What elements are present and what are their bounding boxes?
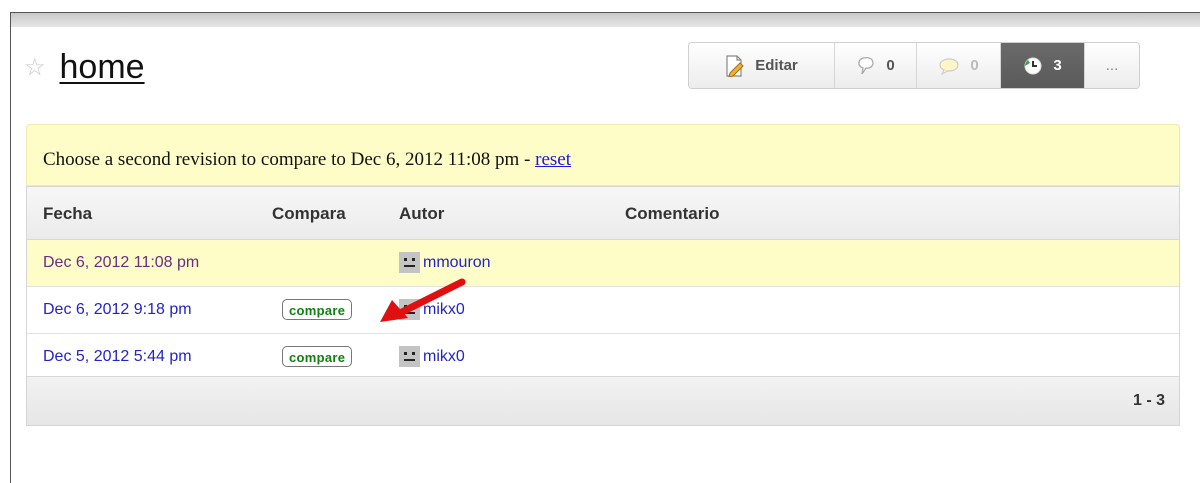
edit-label: Editar [755,57,798,74]
column-header-author: Autor [399,204,445,223]
comments-icon [856,56,876,76]
table-row: Dec 6, 2012 9:18 pm compare mikx0 [27,287,1179,334]
compare-button[interactable]: compare [282,346,353,367]
compare-notice: Choose a second revision to compare to D… [26,124,1180,186]
comments-button[interactable]: 0 [835,43,917,88]
table-header: Fecha Compara Autor Comentario [27,187,1179,240]
history-icon [1023,56,1043,76]
edit-button[interactable]: Editar [689,43,835,88]
avatar-icon [399,346,420,367]
table-footer: 1 - 3 [27,376,1179,425]
comments-count: 0 [886,57,895,74]
page-toolbar: Editar 0 0 3 ... [688,42,1140,89]
star-icon[interactable]: ☆ [24,55,46,80]
author-link[interactable]: mmouron [423,254,491,272]
table-row: Dec 6, 2012 11:08 pm mmouron [27,240,1179,287]
discussion-icon [938,57,960,75]
page-title[interactable]: home [60,48,145,87]
more-label: ... [1105,57,1119,74]
notice-text: Choose a second revision to compare to D… [43,149,571,171]
pagination-label: 1 - 3 [1132,392,1165,409]
notice-message: Choose a second revision to compare to D… [43,149,536,170]
history-button[interactable]: 3 [1001,43,1085,88]
revisions-table: Fecha Compara Autor Comentario Dec 6, 20… [26,186,1180,426]
revision-date-link[interactable]: Dec 6, 2012 9:18 pm [43,301,192,319]
top-bar [11,13,1200,27]
history-count: 3 [1053,57,1062,74]
discussion-button[interactable]: 0 [917,43,1001,88]
author-cell: mmouron [399,252,491,273]
edit-page-icon [725,54,745,77]
table-row: Dec 5, 2012 5:44 pm compare mikx0 [27,334,1179,381]
column-header-compare: Compara [272,204,346,223]
revision-date-link[interactable]: Dec 6, 2012 11:08 pm [43,254,199,272]
author-cell: mikx0 [399,346,465,367]
annotation-arrow [380,278,466,322]
author-link[interactable]: mikx0 [423,348,465,366]
column-header-comment: Comentario [625,204,720,223]
compare-button[interactable]: compare [282,299,353,320]
revision-date-link[interactable]: Dec 5, 2012 5:44 pm [43,348,192,366]
column-header-date: Fecha [43,204,93,223]
more-button[interactable]: ... [1085,43,1139,88]
page-header: ☆ home [24,48,145,87]
reset-link[interactable]: reset [535,149,571,170]
avatar-icon [399,252,420,273]
discussion-count: 0 [970,57,979,74]
